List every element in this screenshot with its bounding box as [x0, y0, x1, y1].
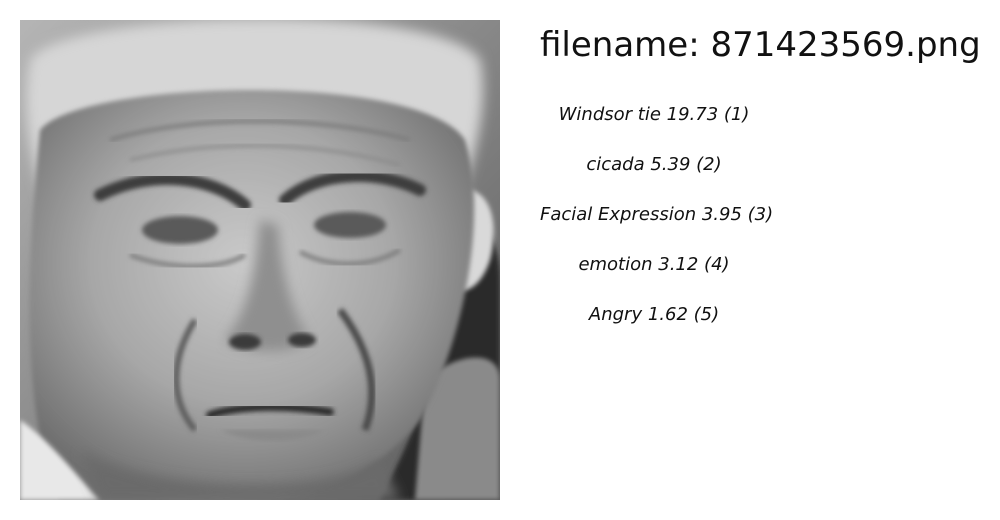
prediction-list: Windsor tie 19.73 (1) cicada 5.39 (2) Fa…	[540, 100, 774, 350]
prediction-item-1: Windsor tie 19.73 (1)	[558, 104, 750, 125]
prediction-item-2: cicada 5.39 (2)	[586, 154, 722, 175]
filename-title: filename: 871423569.png	[540, 25, 981, 65]
prediction-item-4: emotion 3.12 (4)	[578, 254, 730, 275]
prediction-item-3: Facial Expression 3.95 (3)	[540, 204, 774, 225]
face-photo-illustration	[20, 20, 500, 500]
face-photo	[20, 20, 500, 500]
prediction-item-5: Angry 1.62 (5)	[588, 304, 720, 325]
